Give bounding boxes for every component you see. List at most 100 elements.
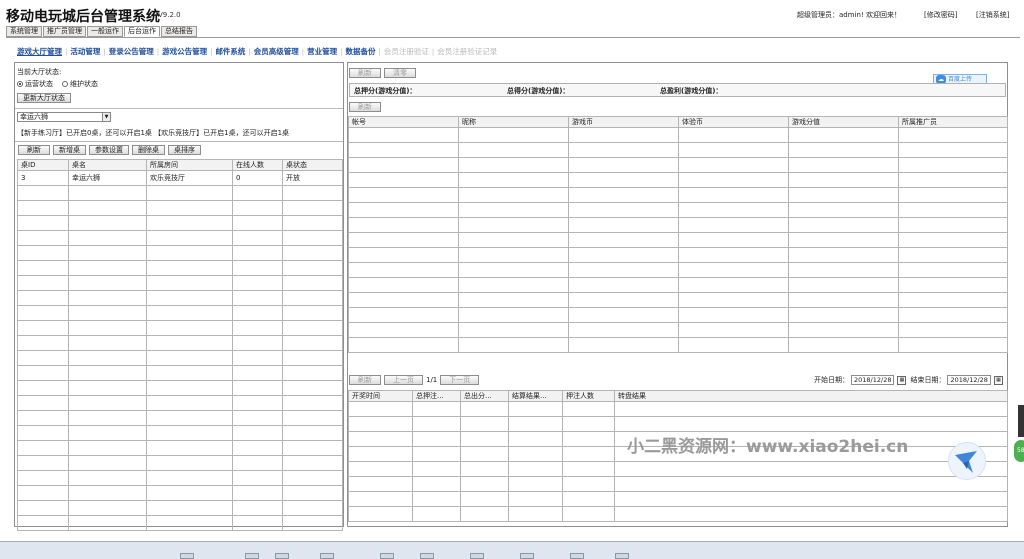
empty-cell <box>348 322 459 338</box>
end-date-input[interactable]: 2018/12/28 <box>947 375 991 385</box>
prev-page-button[interactable]: 上一页 <box>384 375 423 385</box>
subnav-mail[interactable]: 邮件系统 <box>212 46 248 57</box>
left-divider-2 <box>15 141 343 142</box>
empty-cell <box>562 491 615 507</box>
update-hall-status-button[interactable]: 更新大厅状态 <box>17 93 71 103</box>
col-game-coins[interactable]: 游戏币 <box>568 116 679 128</box>
empty-cell <box>412 446 461 462</box>
col-table-name[interactable]: 桌名 <box>68 159 147 171</box>
tab-report[interactable]: 总结报告 <box>161 26 197 37</box>
welcome-text: 超级管理员：admin! 欢迎回来！ <box>797 11 901 19</box>
empty-cell <box>678 202 789 218</box>
radio-operating[interactable]: 运营状态 <box>17 79 53 89</box>
radio-maintenance-dot[interactable] <box>62 81 68 87</box>
radio-maintenance[interactable]: 维护状态 <box>62 79 98 89</box>
taskbar-app-icon[interactable] <box>570 553 584 559</box>
calendar-icon[interactable]: ▦ <box>993 375 1003 385</box>
param-settings-button[interactable]: 参数设置 <box>89 145 129 155</box>
subnav-backup[interactable]: 数据备份 <box>343 46 379 57</box>
empty-cell <box>788 292 899 308</box>
right-refresh-button[interactable]: 刷新 <box>349 68 381 78</box>
subnav-activity[interactable]: 活动管理 <box>67 46 103 57</box>
table-row <box>17 455 343 471</box>
taskbar-app-icon[interactable] <box>275 553 289 559</box>
empty-cell <box>232 305 283 321</box>
col-wheel-result[interactable]: 转盘结果 <box>614 390 1008 402</box>
empty-cell <box>562 461 615 477</box>
col-draw-time[interactable]: 开奖时间 <box>348 390 413 402</box>
taskbar-app-icon[interactable] <box>420 553 434 559</box>
empty-cell <box>146 425 233 441</box>
col-status[interactable]: 桌状态 <box>282 159 343 171</box>
col-settle-result[interactable]: 结算结果... <box>508 390 563 402</box>
col-game-score[interactable]: 游戏分值 <box>788 116 899 128</box>
empty-cell <box>232 485 283 501</box>
add-table-button[interactable]: 新增桌 <box>53 145 86 155</box>
col-room[interactable]: 所属房间 <box>146 159 233 171</box>
col-bettors[interactable]: 押注人数 <box>562 390 615 402</box>
calendar-icon[interactable]: ▦ <box>897 375 907 385</box>
side-scroll-widget[interactable] <box>1018 405 1024 437</box>
col-promoter[interactable]: 所属推广员 <box>898 116 1008 128</box>
subnav-game-notice[interactable]: 游戏公告管理 <box>159 46 210 57</box>
chevron-down-icon[interactable]: ▼ <box>102 113 110 121</box>
table-row[interactable]: 3 幸运六狮 欢乐竞技厅 0 开放 <box>17 170 343 186</box>
col-trial-coins[interactable]: 体验币 <box>678 116 789 128</box>
refresh-button[interactable]: 刷新 <box>18 145 50 155</box>
empty-cell <box>17 200 69 216</box>
empty-cell <box>562 416 615 432</box>
side-badge[interactable]: 58 <box>1014 440 1024 462</box>
table-row <box>348 247 1008 263</box>
empty-cell <box>146 290 233 306</box>
version-label: V9.2.0 <box>158 11 181 19</box>
game-select[interactable]: 幸运六狮 ▼ <box>17 112 111 122</box>
clear-button[interactable]: 清零 <box>384 68 416 78</box>
taskbar-app-icon[interactable] <box>245 553 259 559</box>
taskbar-app-icon[interactable] <box>320 553 334 559</box>
taskbar-app-icon[interactable] <box>380 553 394 559</box>
players-refresh-button[interactable]: 刷新 <box>349 102 381 112</box>
empty-cell <box>17 455 69 471</box>
tab-backend[interactable]: 后台运作 <box>124 26 160 37</box>
table-row <box>17 350 343 366</box>
col-account[interactable]: 帐号 <box>348 116 459 128</box>
radio-maintenance-label: 维护状态 <box>70 80 98 88</box>
delete-table-button[interactable]: 删除桌 <box>132 145 165 155</box>
taskbar-app-icon[interactable] <box>470 553 484 559</box>
subnav-hall[interactable]: 游戏大厅管理 <box>14 46 65 57</box>
subnav-member-advanced[interactable]: 会员高级管理 <box>251 46 302 57</box>
tab-system[interactable]: 系统管理 <box>6 26 42 37</box>
radio-operating-dot[interactable] <box>17 81 23 87</box>
col-table-id[interactable]: 桌ID <box>17 159 69 171</box>
change-password-link[interactable]: [修改密码] <box>924 10 957 20</box>
empty-cell <box>460 476 509 492</box>
empty-cell <box>348 431 413 447</box>
table-row <box>17 320 343 336</box>
next-page-button[interactable]: 下一页 <box>440 375 480 385</box>
col-total-bet[interactable]: 总押注... <box>412 390 461 402</box>
col-online[interactable]: 在线人数 <box>232 159 283 171</box>
col-total-payout[interactable]: 总出分... <box>460 390 509 402</box>
table-row <box>348 127 1008 143</box>
subnav-business[interactable]: 营业管理 <box>304 46 340 57</box>
tab-promoter[interactable]: 推广员管理 <box>43 26 86 37</box>
empty-cell <box>898 322 1008 338</box>
results-refresh-button[interactable]: 刷新 <box>349 375 381 385</box>
taskbar-app-icon[interactable] <box>615 553 629 559</box>
subnav-login-notice[interactable]: 登录公告管理 <box>106 46 157 57</box>
col-nickname[interactable]: 昵称 <box>458 116 569 128</box>
tab-general[interactable]: 一般运作 <box>87 26 123 37</box>
table-row <box>17 380 343 396</box>
empty-cell <box>508 461 563 477</box>
taskbar-app-icon[interactable] <box>520 553 534 559</box>
start-date-input[interactable]: 2018/12/28 <box>851 375 895 385</box>
empty-cell <box>282 215 343 231</box>
empty-cell <box>146 245 233 261</box>
empty-cell <box>282 515 343 531</box>
taskbar-app-icon[interactable] <box>180 553 194 559</box>
table-row <box>17 365 343 381</box>
logout-link[interactable]: [注销系统] <box>976 10 1009 20</box>
empty-cell <box>898 262 1008 278</box>
empty-cell <box>678 187 789 203</box>
sort-table-button[interactable]: 桌排序 <box>168 145 201 155</box>
